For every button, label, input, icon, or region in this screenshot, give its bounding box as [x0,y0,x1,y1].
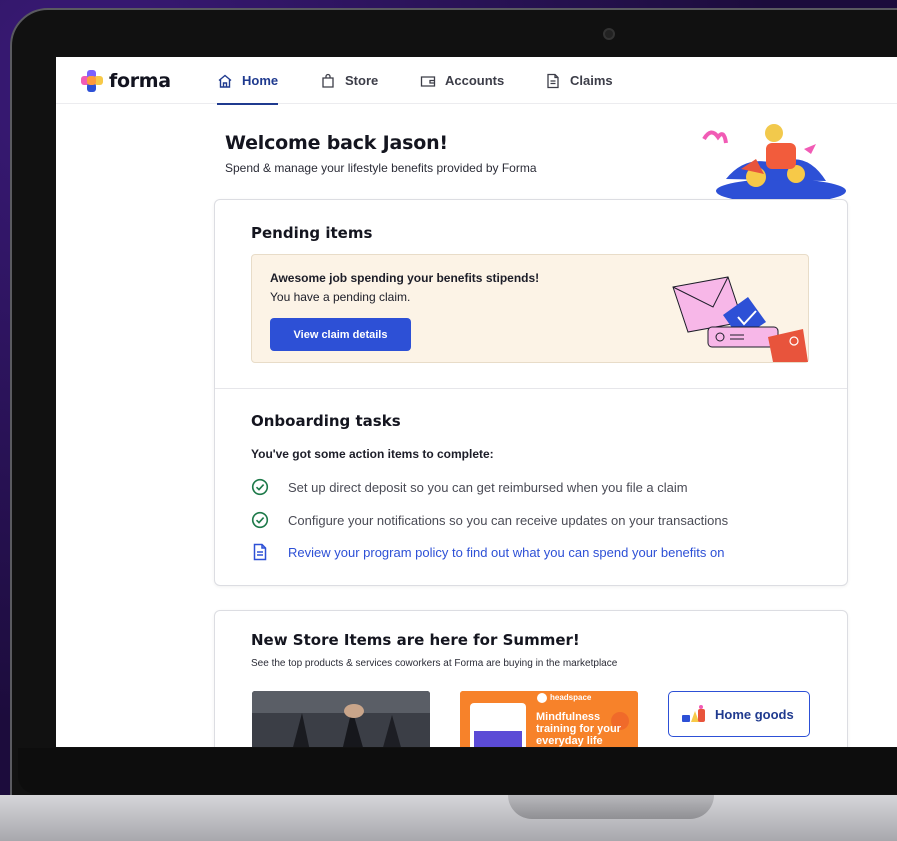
headspace-brand: headspace [550,693,592,702]
task-program-policy-link[interactable]: Review your program policy to find out w… [251,543,724,561]
task-notifications[interactable]: Configure your notifications so you can … [251,511,728,529]
onboarding-subtitle: You've got some action items to complete… [251,447,494,461]
bag-icon [322,73,334,88]
page-subtitle: Spend & manage your lifestyle benefits p… [225,161,537,175]
task-label: Review your program policy to find out w… [288,544,725,560]
laptop-notch [508,795,714,819]
document-icon [253,543,267,561]
store-tile-fitness[interactable] [252,691,430,747]
task-direct-deposit[interactable]: Set up direct deposit so you can get rei… [251,478,688,496]
store-tile-home-goods[interactable]: Home goods [668,691,810,737]
top-navigation: forma Home Store Accounts Claims [56,57,897,105]
pending-claim-banner: Awesome job spending your benefits stipe… [251,254,809,363]
nav-home[interactable]: Home [217,57,279,105]
pending-message-headline: Awesome job spending your benefits stipe… [270,271,540,285]
onboarding-tasks-title: Onboarding tasks [251,412,401,430]
forma-logo[interactable]: forma [81,70,171,92]
forma-logo-icon [81,70,103,92]
home-goods-label: Home goods [715,706,794,722]
brand-name: forma [109,70,171,92]
main-card: Pending items Awesome job spending your … [214,199,848,586]
laptop-base [0,795,897,841]
store-tile-headspace[interactable]: headspace Mindfulness training for your … [460,691,638,747]
nav-store-label: Store [345,73,379,88]
app-screen: forma Home Store Accounts Claims Welcome… [56,57,897,747]
check-circle-icon [251,478,269,496]
laptop-bezel [18,748,897,794]
nav-accounts-label: Accounts [445,73,505,88]
pending-message-detail: You have a pending claim. [270,290,411,304]
nav-claims-label: Claims [570,73,613,88]
task-label: Set up direct deposit so you can get rei… [288,479,688,495]
task-label: Configure your notifications so you can … [288,512,729,528]
nav-home-label: Home [242,73,279,88]
claim-illustration [672,276,808,362]
section-divider [215,388,847,389]
nav-claims[interactable]: Claims [545,57,613,104]
nav-store[interactable]: Store [320,57,378,104]
camera-icon [603,28,615,40]
view-claim-details-button[interactable]: View claim details [270,318,411,351]
nav-accounts[interactable]: Accounts [420,57,504,104]
home-icon [218,74,232,88]
store-subtitle: See the top products & services coworker… [251,658,618,669]
check-circle-icon [251,511,269,529]
fitness-photo [252,691,430,747]
store-title: New Store Items are here for Summer! [251,631,580,649]
pending-items-title: Pending items [251,224,373,242]
welcome-illustration [702,124,846,201]
store-card: New Store Items are here for Summer! See… [214,610,848,747]
wallet-icon [420,75,436,87]
home-goods-icon [682,705,705,722]
headspace-headline: Mindfulness training for your everyday l… [536,711,621,747]
document-icon [547,73,559,88]
page-title: Welcome back Jason! [225,132,448,154]
